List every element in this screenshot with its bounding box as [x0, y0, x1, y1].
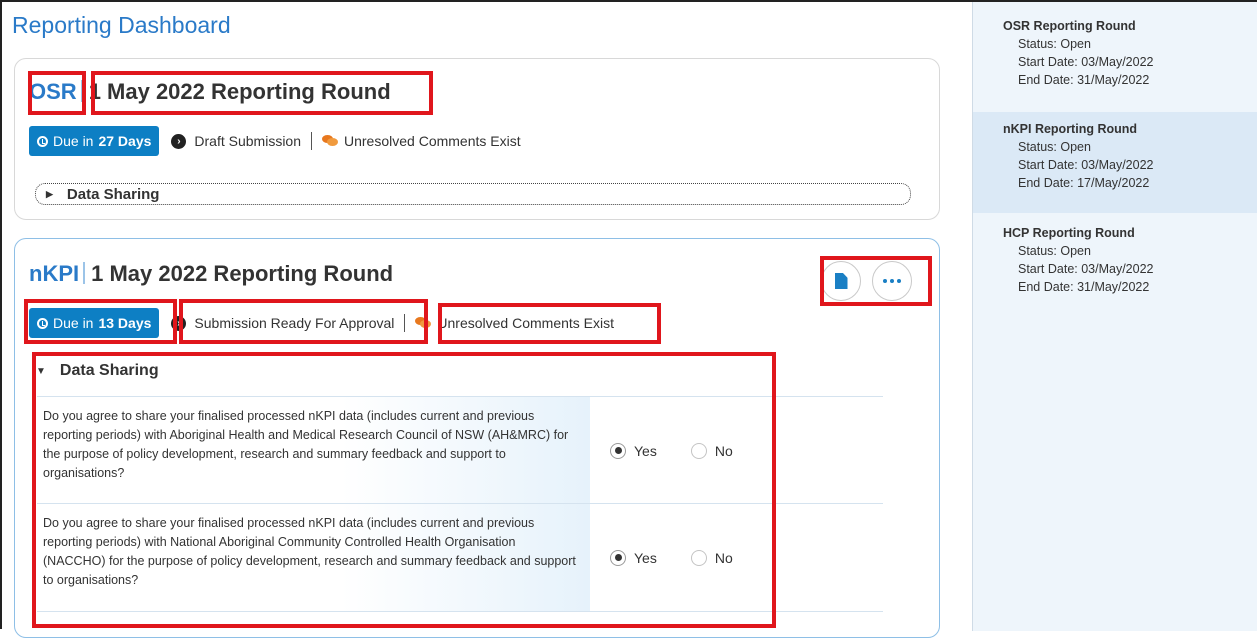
due-days: 13 Days [98, 315, 152, 331]
yes-label: Yes [634, 442, 657, 459]
sidebar-round-hcp[interactable]: HCP Reporting Round Status: Open Start D… [973, 224, 1257, 314]
no-label: No [714, 442, 733, 459]
due-prefix: Due in [53, 133, 94, 149]
sidebar-round-status: Status: Open [1018, 37, 1091, 51]
sidebar-round-start: Start Date: 03/May/2022 [1018, 158, 1154, 172]
sidebar-round-title: OSR Reporting Round [1003, 19, 1136, 33]
nkpi-due-badge: Due in 13 Days [29, 308, 160, 338]
nkpi-comments-status[interactable]: Unresolved Comments Exist [437, 315, 614, 331]
chevron-right-circle-icon: › [171, 315, 187, 331]
question-options: Yes No [590, 397, 883, 504]
sidebar-round-status: Status: Open [1018, 244, 1091, 258]
sidebar-round-end: End Date: 17/May/2022 [1018, 176, 1150, 190]
radio-unselected-icon[interactable] [690, 549, 707, 566]
no-label: No [714, 549, 733, 566]
osr-round-card: OSR 1 May 2022 Reporting Round Due in 27 … [14, 58, 940, 220]
question-text: Do you agree to share your finalised pro… [37, 504, 590, 611]
question-text: Do you agree to share your finalised pro… [37, 397, 590, 504]
osr-status-row: Due in 27 Days › Draft Submission Unreso… [29, 126, 521, 156]
sidebar-round-end: End Date: 31/May/2022 [1018, 73, 1150, 87]
export-document-button[interactable] [821, 261, 861, 301]
osr-round-name: 1 May 2022 Reporting Round [88, 79, 391, 104]
nkpi-abbr[interactable]: nKPI [29, 261, 79, 286]
chevron-right-circle-icon: › [171, 133, 187, 149]
data-sharing-label: Data Sharing [59, 362, 159, 379]
sidebar-round-nkpi[interactable]: nKPI Reporting Round Status: Open Start … [973, 112, 1257, 213]
comments-icon [322, 135, 338, 147]
due-days: 27 Days [98, 133, 152, 149]
yes-radio-option[interactable]: Yes [610, 549, 657, 566]
page-title: Reporting Dashboard [12, 12, 231, 38]
heading-divider [80, 80, 83, 102]
sidebar-round-status: Status: Open [1018, 140, 1091, 154]
data-sharing-question-row: Do you agree to share your finalised pro… [37, 503, 883, 612]
sidebar-round-title: HCP Reporting Round [1003, 226, 1135, 240]
no-radio-option[interactable]: No [690, 549, 733, 566]
yes-label: Yes [634, 549, 657, 566]
nkpi-round-name: 1 May 2022 Reporting Round [91, 261, 394, 286]
sidebar-round-osr[interactable]: OSR Reporting Round Status: Open Start D… [973, 17, 1257, 107]
document-icon [834, 273, 848, 289]
nkpi-submission-status: Submission Ready For Approval [194, 315, 395, 331]
caret-right-icon: ▶ [46, 188, 53, 199]
heading-divider [83, 262, 86, 284]
nkpi-status-row: Due in 13 Days › Submission Ready For Ap… [29, 308, 614, 338]
osr-comments-status[interactable]: Unresolved Comments Exist [344, 133, 521, 149]
no-radio-option[interactable]: No [690, 442, 733, 459]
osr-round-heading: OSR 1 May 2022 Reporting Round [29, 79, 391, 105]
nkpi-round-heading: nKPI 1 May 2022 Reporting Round [29, 261, 393, 287]
more-actions-button[interactable] [872, 261, 912, 301]
status-separator [404, 314, 406, 332]
osr-abbr[interactable]: OSR [29, 79, 77, 104]
clock-icon [37, 317, 48, 329]
main-content: Reporting Dashboard OSR 1 May 2022 Report… [2, 2, 972, 638]
due-prefix: Due in [53, 315, 94, 331]
caret-down-icon: ▼ [36, 365, 46, 377]
question-options: Yes No [590, 504, 883, 611]
clock-icon [37, 135, 48, 147]
data-sharing-label: Data Sharing [66, 185, 160, 203]
sidebar-round-title: nKPI Reporting Round [1003, 122, 1138, 136]
yes-radio-option[interactable]: Yes [610, 442, 657, 459]
osr-data-sharing-toggle[interactable]: ▶ Data Sharing [35, 183, 911, 205]
sidebar-round-end: End Date: 31/May/2022 [1018, 280, 1150, 294]
ellipsis-icon [883, 279, 901, 283]
radio-selected-icon[interactable] [610, 442, 626, 459]
radio-selected-icon[interactable] [610, 549, 626, 566]
osr-submission-status: Draft Submission [194, 133, 301, 149]
nkpi-data-sharing-toggle[interactable]: ▼ Data Sharing [36, 362, 159, 380]
comments-icon [415, 317, 432, 329]
status-separator [311, 132, 312, 150]
radio-unselected-icon[interactable] [690, 442, 707, 459]
sidebar-round-start: Start Date: 03/May/2022 [1018, 262, 1154, 276]
data-sharing-question-row: Do you agree to share your finalised pro… [37, 396, 883, 504]
reporting-rounds-sidebar: OSR Reporting Round Status: Open Start D… [972, 2, 1257, 631]
sidebar-round-start: Start Date: 03/May/2022 [1018, 55, 1154, 69]
osr-due-badge: Due in 27 Days [29, 126, 160, 156]
